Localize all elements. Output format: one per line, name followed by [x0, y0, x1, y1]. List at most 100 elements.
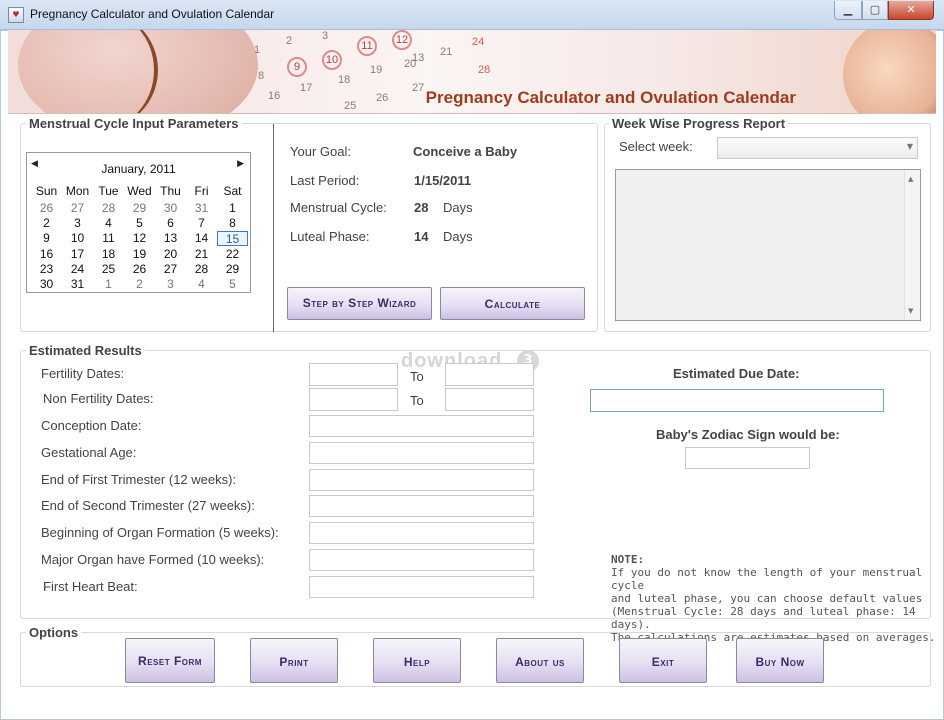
maximize-button[interactable]: ▢	[862, 1, 888, 20]
exit-button[interactable]: Exit	[619, 638, 707, 683]
calendar-day[interactable]: 7	[186, 216, 217, 231]
note-line: If you do not know the length of your me…	[611, 566, 923, 592]
non-fertility-from-field[interactable]	[309, 388, 398, 411]
calendar-day[interactable]: 26	[124, 262, 155, 277]
calendar-day[interactable]: 22	[217, 247, 248, 262]
step-by-step-wizard-button[interactable]: Step by Step Wizard	[287, 287, 432, 320]
zodiac-field[interactable]	[685, 447, 810, 469]
calendar-day[interactable]: 28	[186, 262, 217, 277]
fertility-dates-label: Fertility Dates:	[41, 366, 125, 381]
calendar-day[interactable]: 26	[31, 201, 62, 216]
first-trimester-field[interactable]	[309, 469, 534, 491]
scroll-down-icon[interactable]: ▼	[908, 307, 913, 315]
calendar-day[interactable]: 27	[62, 201, 93, 216]
fertility-to-field[interactable]	[445, 363, 534, 386]
banner-number: 9	[287, 57, 307, 77]
calendar-day[interactable]: 1	[93, 277, 124, 292]
calendar-day[interactable]: 5	[124, 216, 155, 231]
calendar-day[interactable]: 9	[31, 231, 62, 246]
calendar-day[interactable]: 29	[217, 262, 248, 277]
calendar-day[interactable]: 11	[93, 231, 124, 246]
calendar-day[interactable]: 25	[93, 262, 124, 277]
major-organ-field[interactable]	[309, 549, 534, 571]
buy-now-button[interactable]: Buy Now	[736, 638, 824, 683]
banner-number: 16	[268, 90, 281, 102]
calendar-day[interactable]: 17	[62, 247, 93, 262]
conception-date-field[interactable]	[309, 415, 534, 437]
app-icon[interactable]: ♥	[8, 7, 24, 23]
week-report-textbox[interactable]: ▲ ▼	[615, 169, 921, 321]
organ-formation-field[interactable]	[309, 522, 534, 544]
close-button[interactable]: ✕	[888, 1, 934, 20]
calendar-day[interactable]: 18	[93, 247, 124, 262]
calendar-day[interactable]: 20	[155, 247, 186, 262]
reset-form-button[interactable]: Reset Form	[125, 638, 215, 683]
calendar-day[interactable]: 21	[186, 247, 217, 262]
calendar-day[interactable]: 14	[186, 231, 217, 246]
calendar-day[interactable]: 29	[124, 201, 155, 216]
calendar-day[interactable]: 16	[31, 247, 62, 262]
maximize-icon: ▢	[869, 3, 881, 16]
major-organ-label: Major Organ have Formed (10 weeks):	[41, 552, 265, 567]
group-divider	[273, 124, 274, 332]
chevron-down-icon[interactable]: ▼	[907, 142, 913, 151]
goal-value: Conceive a Baby	[413, 144, 518, 159]
calendar-day[interactable]: 3	[155, 277, 186, 292]
banner-title: Pregnancy Calculator and Ovulation Calen…	[425, 88, 796, 107]
calendar-day[interactable]: 4	[93, 216, 124, 231]
calendar-day[interactable]: 30	[31, 277, 62, 292]
calendar-weekday-header: Sat	[223, 184, 242, 198]
calendar-day[interactable]: 24	[62, 262, 93, 277]
banner-number: 17	[300, 82, 313, 94]
calendar-day[interactable]: 4	[186, 277, 217, 292]
conception-date-label: Conception Date:	[41, 418, 142, 433]
calendar-day-selected[interactable]: 15	[217, 231, 248, 247]
banner-number: 8	[258, 70, 265, 82]
calendar-weekday-header: Fri	[194, 184, 209, 198]
calendar-day[interactable]: 31	[186, 201, 217, 216]
calendar-day[interactable]: 2	[31, 216, 62, 231]
calendar-day[interactable]: 5	[217, 277, 248, 292]
help-button[interactable]: Help	[373, 638, 461, 683]
calendar-day[interactable]: 1	[217, 201, 248, 216]
due-date-field[interactable]	[590, 389, 884, 412]
banner-number: 21	[440, 46, 453, 58]
calendar-day[interactable]: 27	[155, 262, 186, 277]
calendar-day[interactable]: 6	[155, 216, 186, 231]
banner-number: 11	[357, 36, 377, 56]
calendar-day[interactable]: 2	[124, 277, 155, 292]
banner-number: 28	[478, 64, 491, 76]
calendar-day[interactable]: 19	[124, 247, 155, 262]
calendar-day[interactable]: 31	[62, 277, 93, 292]
first-trimester-label: End of First Trimester (12 weeks):	[41, 472, 237, 487]
calendar-day[interactable]: 8	[217, 216, 248, 231]
calendar-month-label: January, 2011	[101, 162, 176, 176]
calendar-day[interactable]: 13	[155, 231, 186, 246]
gestational-age-field[interactable]	[309, 442, 534, 464]
scroll-up-icon[interactable]: ▲	[908, 175, 913, 183]
calendar-day[interactable]: 28	[93, 201, 124, 216]
second-trimester-field[interactable]	[309, 495, 534, 517]
first-heart-beat-field[interactable]	[309, 576, 534, 598]
vertical-scrollbar[interactable]: ▲ ▼	[904, 170, 920, 320]
calculate-button[interactable]: Calculate	[440, 287, 585, 320]
fertility-from-field[interactable]	[309, 363, 398, 386]
about-us-button[interactable]: About us	[496, 638, 584, 683]
minimize-button[interactable]: ▁	[834, 1, 862, 20]
banner-number: 20	[404, 58, 417, 70]
print-button[interactable]: Print	[250, 638, 338, 683]
calendar-day[interactable]: 30	[155, 201, 186, 216]
window-title: Pregnancy Calculator and Ovulation Calen…	[30, 7, 275, 21]
calendar-day[interactable]: 12	[124, 231, 155, 246]
select-week-dropdown[interactable]: ▼	[717, 137, 918, 159]
banner-number: 10	[322, 50, 342, 70]
close-icon: ✕	[906, 3, 916, 16]
calendar-day[interactable]: 10	[62, 231, 93, 246]
banner-number: 1	[254, 44, 261, 56]
month-calendar[interactable]: ◀ ▶ January, 2011 Sun Mon Tue Wed Thu Fri Sat 2…	[26, 152, 251, 293]
calendar-day[interactable]: 23	[31, 262, 62, 277]
select-week-label: Select week:	[619, 139, 693, 154]
calendar-day[interactable]: 3	[62, 216, 93, 231]
non-fertility-to-field[interactable]	[445, 388, 534, 411]
cycle-unit: Days	[443, 200, 473, 215]
